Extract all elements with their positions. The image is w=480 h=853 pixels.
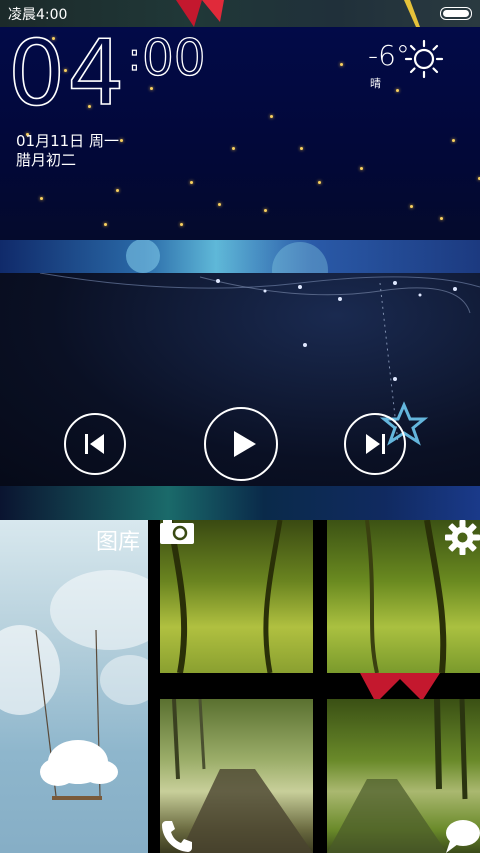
clock-colon: :: [127, 34, 141, 79]
play-button[interactable]: [204, 407, 278, 481]
sky-swing-image: [0, 570, 148, 800]
star-dot: [270, 115, 273, 118]
star-dot: [264, 209, 267, 212]
yellow-ribbon-decoration: [404, 0, 420, 27]
chat-bubble-icon: [446, 820, 480, 853]
clock-hour: 04: [7, 27, 127, 127]
music-footer-band: [0, 486, 480, 520]
settings-tile[interactable]: [327, 520, 480, 673]
messages-tile[interactable]: [327, 699, 480, 853]
next-track-button[interactable]: [344, 413, 406, 475]
star-dot: [300, 147, 303, 150]
play-icon: [234, 431, 256, 457]
phone-tile[interactable]: [160, 699, 313, 853]
red-ribbon-decoration: [176, 0, 224, 27]
gallery-label: 图库: [95, 530, 140, 555]
star-dot: [410, 205, 413, 208]
star-dot: [452, 139, 455, 142]
date-text: 01月11日 周一: [16, 132, 119, 150]
battery-icon: [440, 7, 472, 20]
weather-condition: 晴: [370, 77, 381, 90]
star-dot: [180, 223, 183, 226]
star-dot: [340, 63, 343, 66]
status-bar: 凌晨4:00: [0, 0, 480, 27]
clock-minute: 00: [141, 28, 206, 87]
camera-icon: [160, 520, 194, 544]
phone-icon: [162, 821, 192, 852]
star-dot: [440, 217, 443, 220]
skip-next-icon: [366, 434, 385, 454]
camera-tile[interactable]: [160, 520, 313, 673]
star-dot: [318, 181, 321, 184]
star-dot: [218, 203, 221, 206]
previous-track-button[interactable]: [64, 413, 126, 475]
sun-icon: [404, 39, 444, 79]
gallery-tile[interactable]: 图库: [0, 520, 148, 853]
star-dot: [232, 147, 235, 150]
star-dot: [104, 223, 107, 226]
star-dot: [360, 167, 363, 170]
star-dot: [190, 181, 193, 184]
star-dot: [150, 87, 153, 90]
bokeh-decoration: [126, 239, 328, 298]
star-dot: [40, 197, 43, 200]
star-dot: [396, 89, 399, 92]
music-header-band: [0, 239, 480, 298]
star-dot: [116, 189, 119, 192]
status-time: 凌晨4:00: [8, 7, 68, 23]
lunar-date: 腊月初二: [16, 151, 77, 169]
music-widget[interactable]: [0, 273, 480, 486]
gear-icon: [445, 520, 480, 555]
clock-widget[interactable]: 04 : 00 01月11日 周一 腊月初二 -6° 晴: [0, 27, 480, 240]
skip-previous-icon: [85, 434, 104, 454]
star-dot: [120, 139, 123, 142]
